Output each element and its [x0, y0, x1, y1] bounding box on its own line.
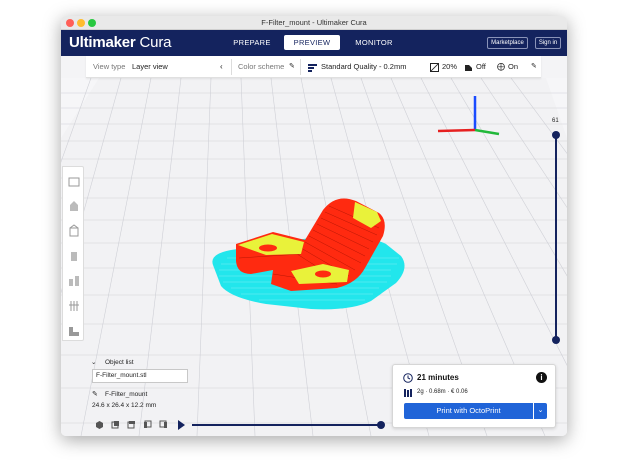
view-type-label: View type	[93, 62, 126, 71]
view-front-icon[interactable]	[111, 420, 120, 429]
object-name: F-Filter_mount	[105, 391, 148, 398]
move-tool-icon[interactable]	[67, 174, 81, 188]
app-logo: Ultimaker Cura	[69, 34, 171, 51]
rotate-tool-icon[interactable]	[67, 224, 81, 238]
print-panel: 21 minutes i 2g · 0.68m · € 0.06 Print w…	[392, 364, 556, 428]
mount-hole-front	[315, 270, 331, 278]
mirror-tool-icon[interactable]	[67, 249, 81, 263]
logo-brand: Ultimaker	[69, 34, 136, 51]
view-type-dropdown[interactable]: Layer view	[132, 56, 168, 78]
layer-view-tool-icon[interactable]	[67, 324, 81, 338]
support-blocker-icon[interactable]	[67, 299, 81, 313]
filename-field[interactable]: F-Filter_mount.stl	[92, 369, 188, 383]
title-bar: F-Filter_mount - Ultimaker Cura	[61, 16, 567, 30]
logo-product: Cura	[139, 34, 172, 51]
layer-slider-bottom-handle[interactable]	[552, 336, 560, 344]
adhesion-value[interactable]: On	[508, 56, 518, 78]
clock-icon	[403, 373, 413, 383]
layer-slider-top-value: 61	[552, 118, 559, 124]
support-icon	[464, 56, 473, 78]
left-toolbar	[62, 166, 84, 341]
edit-settings-icon[interactable]: ✎	[531, 56, 537, 78]
tab-prepare[interactable]: PREPARE	[227, 35, 277, 50]
play-icon[interactable]	[177, 420, 186, 430]
chevron-down-icon[interactable]: ⌄	[534, 403, 547, 419]
x-axis	[437, 128, 476, 133]
object-dimensions: 24.6 x 26.4 x 12.2 mm	[92, 402, 157, 409]
support-value[interactable]: Off	[476, 56, 486, 78]
chevron-down-icon[interactable]: ⌄	[91, 358, 96, 366]
print-quality-dropdown[interactable]: Standard Quality - 0.2mm	[321, 56, 406, 78]
window-title: F-Filter_mount - Ultimaker Cura	[261, 18, 367, 27]
layer-slider-track[interactable]	[555, 134, 557, 342]
view-right-icon[interactable]	[159, 420, 168, 429]
print-with-octoprint-button[interactable]: Print with OctoPrint	[404, 403, 533, 419]
path-slider-track[interactable]	[192, 424, 382, 426]
view-toolbar: View type Layer view ‹ Color scheme ✎ St…	[86, 56, 541, 78]
scale-tool-icon[interactable]	[67, 199, 81, 213]
per-model-settings-icon[interactable]	[67, 274, 81, 288]
path-slider-handle[interactable]	[377, 421, 385, 429]
pencil-icon: ✎	[92, 391, 98, 398]
material-usage: 2g · 0.68m · € 0.06	[417, 389, 468, 395]
object-list-header[interactable]: Object list	[105, 359, 134, 366]
view-3d-icon[interactable]	[95, 420, 104, 429]
divider	[231, 59, 232, 75]
adhesion-icon: ⨁	[497, 62, 505, 71]
pencil-icon: ✎	[289, 63, 295, 70]
chevron-left-icon[interactable]: ‹	[220, 56, 223, 78]
view-top-icon[interactable]	[127, 420, 136, 429]
layer-slider-top-handle[interactable]	[552, 131, 560, 139]
app-header: Ultimaker Cura PREPARE PREVIEW MONITOR M…	[61, 30, 567, 56]
mount-hole-left	[259, 244, 277, 252]
divider	[300, 59, 301, 75]
view-left-icon[interactable]	[143, 420, 152, 429]
print-time: 21 minutes	[417, 373, 459, 382]
infill-icon	[429, 56, 440, 78]
material-spool-icon	[404, 389, 412, 397]
color-scheme-dropdown[interactable]: Color scheme	[238, 56, 284, 78]
marketplace-button[interactable]: Marketplace	[487, 37, 528, 49]
simulation-controls	[95, 419, 395, 433]
signin-button[interactable]: Sign in	[535, 37, 561, 49]
tab-monitor[interactable]: MONITOR	[347, 35, 401, 50]
tab-preview[interactable]: PREVIEW	[284, 35, 340, 50]
quality-icon	[308, 56, 317, 78]
cura-window: F-Filter_mount - Ultimaker Cura Ultimake…	[61, 16, 567, 436]
infill-value[interactable]: 20%	[442, 56, 457, 78]
info-icon[interactable]: i	[536, 372, 547, 383]
